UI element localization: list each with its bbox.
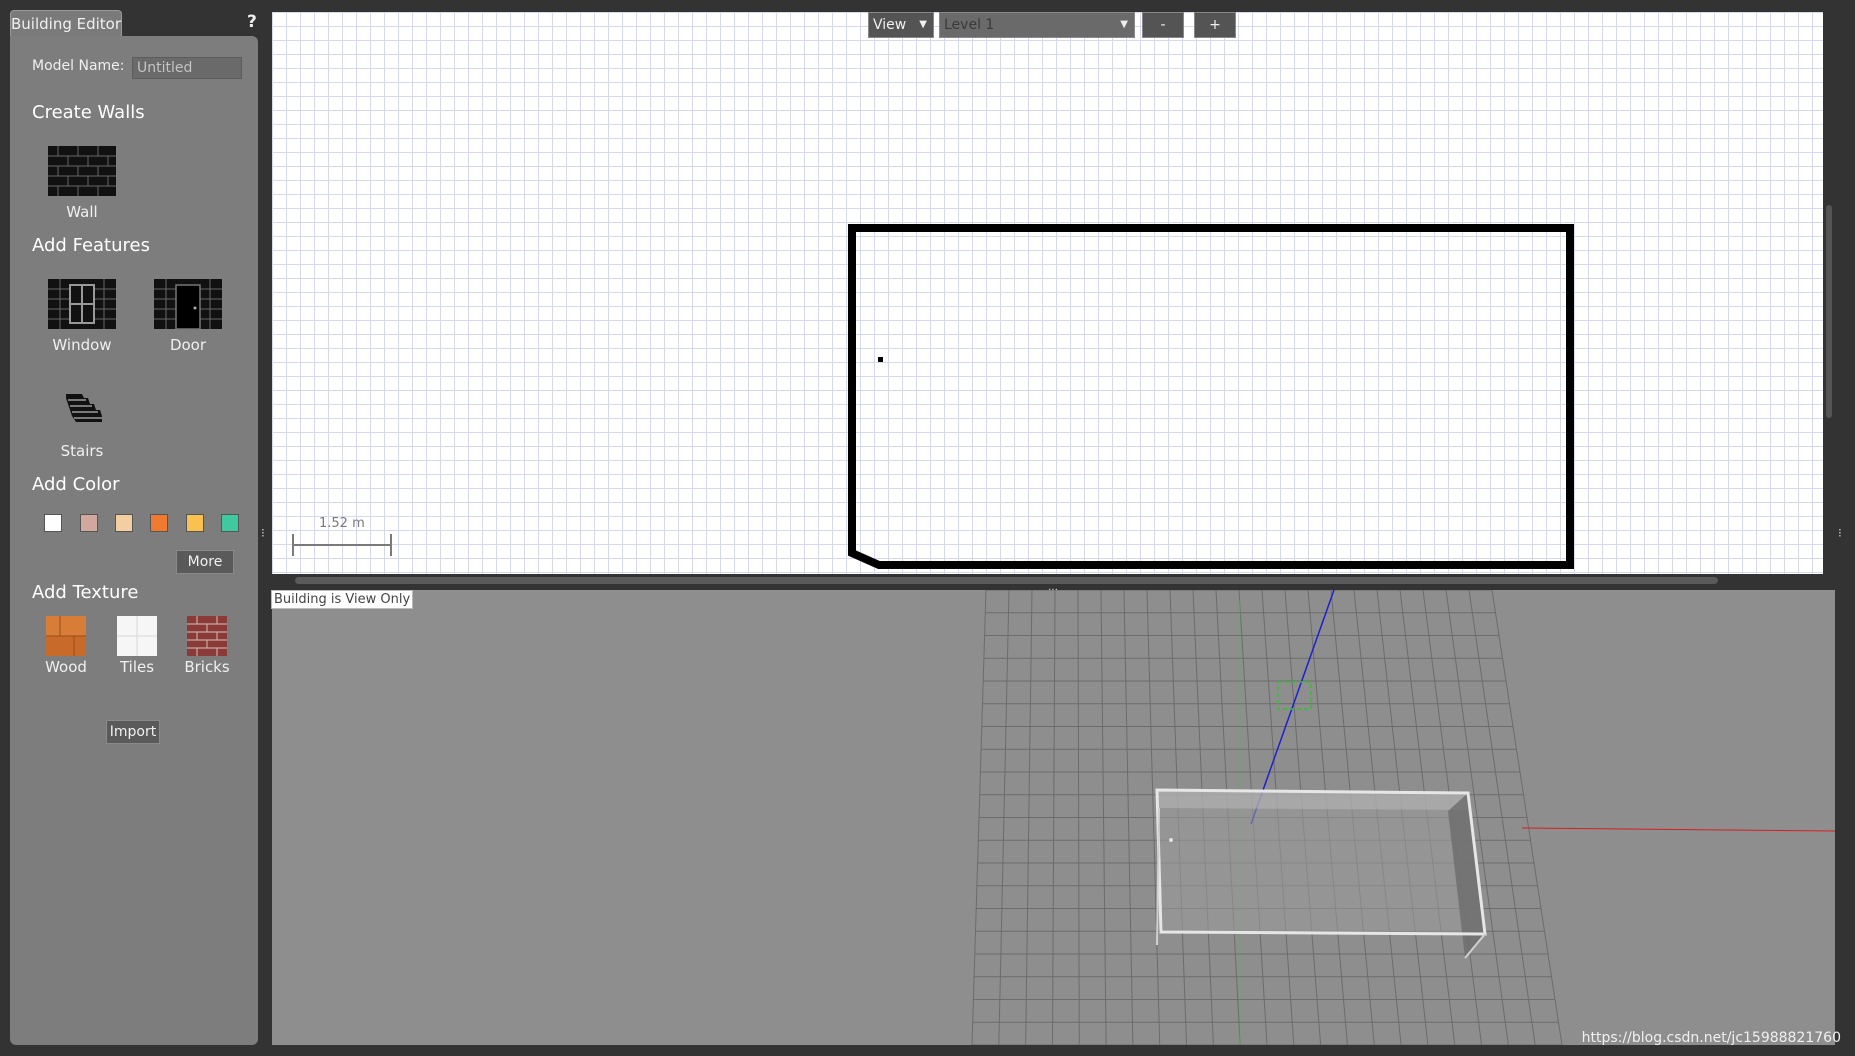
model-name-field[interactable]: Untitled xyxy=(132,57,242,79)
right-splitter-grip[interactable]: ⁝ xyxy=(1838,526,1842,540)
plan-vertical-scrollbar[interactable] xyxy=(1826,205,1832,418)
scale-label: 1.52 m xyxy=(319,516,365,531)
stairs-icon[interactable] xyxy=(48,384,116,438)
add-color-heading: Add Color xyxy=(32,474,120,495)
view-menu-label: View xyxy=(873,17,907,33)
3d-preview-view[interactable] xyxy=(272,590,1835,1045)
left-splitter-grip[interactable]: ⁝ xyxy=(261,526,265,540)
bricks-label: Bricks xyxy=(184,658,230,676)
stairs-label: Stairs xyxy=(60,442,104,460)
help-button[interactable]: ? xyxy=(247,12,257,32)
bricks-texture-icon[interactable] xyxy=(187,616,227,656)
model-name-label: Model Name: xyxy=(32,58,125,74)
3d-scene xyxy=(971,590,1835,1045)
chevron-down-icon: ▼ xyxy=(919,19,927,30)
view-only-status: Building is View Only xyxy=(271,590,414,609)
more-colors-button[interactable]: More xyxy=(176,550,234,574)
level-select[interactable]: Level 1 ▼ xyxy=(939,12,1135,38)
level-select-value: Level 1 xyxy=(944,17,995,33)
scale-bar xyxy=(292,534,392,556)
color-swatch-pink[interactable] xyxy=(80,514,98,532)
wood-texture-icon[interactable] xyxy=(46,616,86,656)
wall-vertex-marker xyxy=(878,357,883,362)
create-walls-heading: Create Walls xyxy=(32,102,145,123)
add-features-heading: Add Features xyxy=(32,235,150,256)
plan-horizontal-scrollbar[interactable] xyxy=(295,577,1718,584)
color-swatch-yellow[interactable] xyxy=(186,514,204,532)
window-icon[interactable] xyxy=(48,277,116,331)
wall-label: Wall xyxy=(66,203,98,221)
wall-drawing[interactable] xyxy=(272,12,1823,574)
color-swatch-beige[interactable] xyxy=(115,514,133,532)
door-label: Door xyxy=(169,336,207,354)
window-label: Window xyxy=(52,336,112,354)
view-menu[interactable]: View ▼ xyxy=(868,12,934,38)
wall-icon[interactable] xyxy=(48,144,116,198)
tab-building-editor[interactable]: Building Editor xyxy=(10,10,122,37)
zoom-in-button[interactable]: + xyxy=(1194,12,1236,38)
building-editor-palette: Model Name: Untitled Create Walls Wall A… xyxy=(10,36,258,1045)
tiles-texture-icon[interactable] xyxy=(117,616,157,656)
import-button[interactable]: Import xyxy=(106,720,160,744)
color-swatch-white[interactable] xyxy=(44,514,62,532)
add-texture-heading: Add Texture xyxy=(32,582,139,603)
zoom-out-button[interactable]: - xyxy=(1142,12,1184,38)
color-swatch-teal[interactable] xyxy=(221,514,239,532)
color-swatch-orange[interactable] xyxy=(150,514,168,532)
watermark-text: https://blog.csdn.net/jc15988821760 xyxy=(1581,1030,1841,1046)
floorplan-2d-view[interactable]: 1.52 m xyxy=(272,12,1823,574)
door-icon[interactable] xyxy=(154,277,222,331)
chevron-down-icon: ▼ xyxy=(1120,19,1128,30)
